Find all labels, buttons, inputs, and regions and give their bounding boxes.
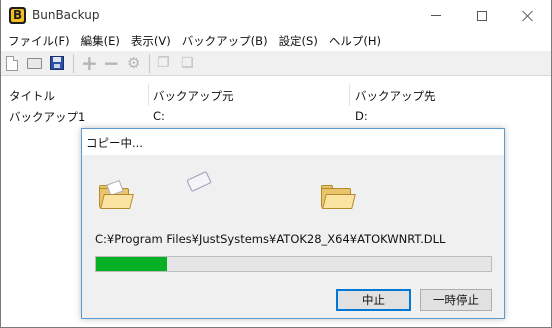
row-source: C: <box>153 109 165 123</box>
menu-bar: ファイル(F) 編集(E) 表示(V) バックアップ(B) 設定(S) ヘルプ(… <box>1 31 551 51</box>
dialog-title: コピー中... <box>86 136 143 150</box>
column-divider[interactable] <box>349 84 350 106</box>
column-dest[interactable]: バックアップ先 <box>355 88 436 104</box>
add-icon[interactable]: + <box>81 53 98 73</box>
minimize-icon <box>431 15 441 16</box>
menu-file[interactable]: ファイル(F) <box>8 33 70 49</box>
stop-button[interactable]: 中止 <box>336 289 411 311</box>
row-dest: D: <box>355 109 368 123</box>
list-item[interactable]: バックアップ1 C: D: <box>1 107 551 125</box>
destination-folder-icon <box>320 184 356 210</box>
minimize-button[interactable] <box>413 0 459 31</box>
app-icon-letter: B <box>13 8 23 22</box>
progress-fill <box>96 257 168 271</box>
pause-button[interactable]: 一時停止 <box>420 289 492 311</box>
column-source[interactable]: バックアップ元 <box>153 88 234 104</box>
maximize-icon <box>477 10 487 21</box>
properties-icon[interactable]: ⚙ <box>127 55 144 72</box>
close-button[interactable] <box>505 0 551 31</box>
row-title: バックアップ1 <box>9 110 86 124</box>
dialog-title-bar: コピー中... <box>82 129 504 155</box>
maximize-button[interactable] <box>459 0 505 31</box>
title-bar: B BunBackup <box>1 0 551 31</box>
column-divider[interactable] <box>148 84 149 106</box>
menu-backup[interactable]: バックアップ(B) <box>182 33 268 49</box>
copy-file-path: C:¥Program Files¥JustSystems¥ATOK28_X64¥… <box>95 232 446 246</box>
menu-view[interactable]: 表示(V) <box>131 33 171 49</box>
window-title: BunBackup <box>32 8 100 22</box>
remove-icon[interactable]: − <box>103 53 120 73</box>
close-icon <box>522 10 534 22</box>
toolbar-separator <box>73 54 74 73</box>
column-title[interactable]: タイトル <box>9 88 55 104</box>
menu-edit[interactable]: 編集(E) <box>81 33 120 49</box>
toolbar-separator <box>149 54 150 73</box>
copy-icon[interactable]: ❐ <box>157 55 174 72</box>
new-file-icon[interactable] <box>6 56 18 71</box>
source-folder-icon <box>98 179 134 210</box>
toolbar: + − ⚙ ❐ ❏ <box>1 51 551 76</box>
copy-progress-bar <box>95 256 492 272</box>
menu-settings[interactable]: 設定(S) <box>279 33 318 49</box>
save-icon[interactable] <box>50 56 64 70</box>
open-folder-icon[interactable] <box>27 58 42 69</box>
menu-help[interactable]: ヘルプ(H) <box>329 33 381 49</box>
list-header: タイトル バックアップ元 バックアップ先 <box>1 84 551 106</box>
app-icon: B <box>9 7 26 24</box>
copy-all-icon[interactable]: ❏ <box>181 55 198 72</box>
